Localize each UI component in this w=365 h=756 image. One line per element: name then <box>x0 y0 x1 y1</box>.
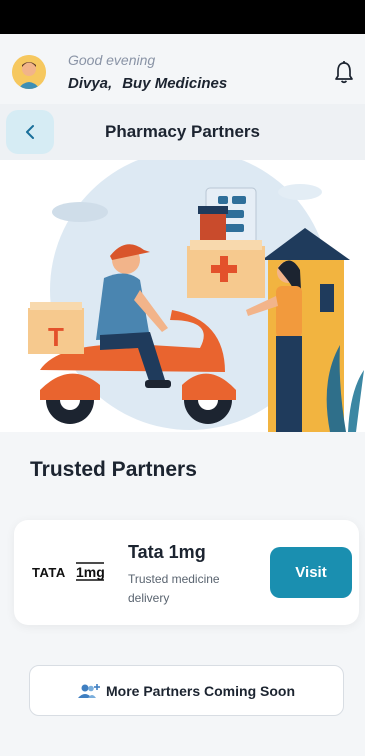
bell-icon[interactable] <box>333 60 355 84</box>
status-bar <box>0 0 365 34</box>
page-title: Pharmacy Partners <box>105 122 260 141</box>
visit-button[interactable]: Visit <box>270 547 352 598</box>
greeting-line: Divya, Buy Medicines <box>68 75 227 92</box>
partner-name: Tata 1mg <box>128 542 206 562</box>
greeting-bar: Good evening Divya, Buy Medicines <box>0 42 365 102</box>
page-header: Pharmacy Partners <box>0 104 365 160</box>
add-user-icon <box>77 683 100 699</box>
tata-1mg-logo: TATA 1mg <box>32 560 122 584</box>
partner-description: Trusted medicine delivery <box>128 572 220 605</box>
section-title: Trusted Partners <box>30 458 197 481</box>
svg-text:TATA: TATA <box>32 565 66 580</box>
user-name: Divya, <box>68 75 113 92</box>
partner-card: TATA 1mg Tata 1mg Trusted medicine deliv… <box>14 520 359 625</box>
more-partners-label: More Partners Coming Soon <box>105 682 296 699</box>
hero-illustration: T <box>0 160 365 432</box>
greeting-action: Buy Medicines <box>122 75 228 92</box>
greeting-salutation: Good evening <box>68 52 156 68</box>
avatar[interactable] <box>12 55 46 89</box>
more-partners-button[interactable]: More Partners Coming Soon <box>29 665 344 716</box>
svg-text:1mg: 1mg <box>76 564 105 580</box>
svg-text:T: T <box>48 322 64 352</box>
